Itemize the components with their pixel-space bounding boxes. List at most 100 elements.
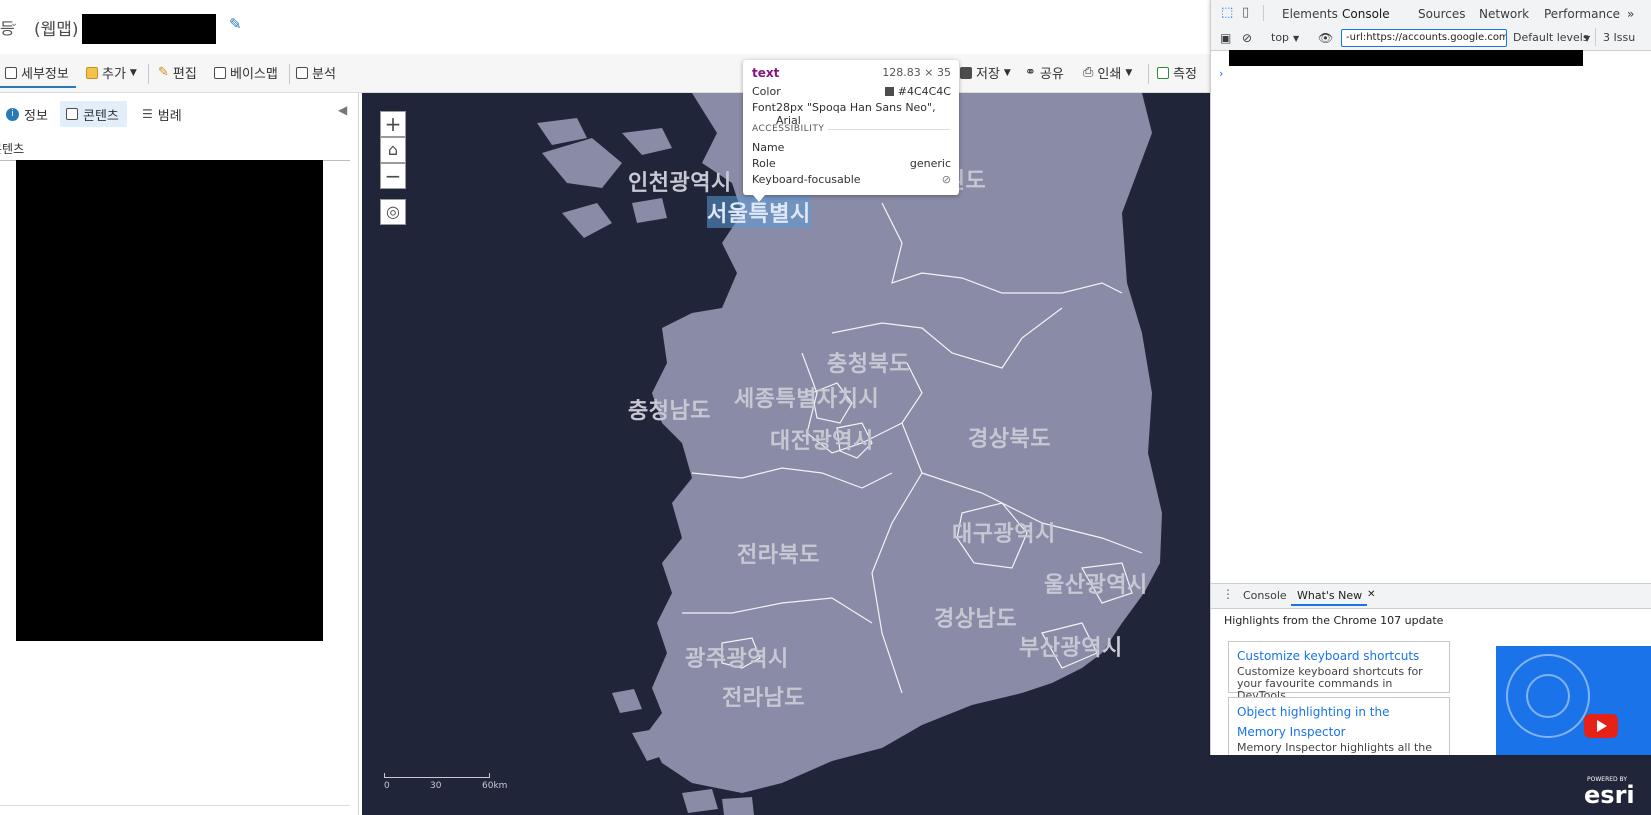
add-button[interactable]: 추가 ▼ [86,63,137,82]
region-label-gyeongnam: 경상남도 [934,607,1017,632]
tab-info-label: 정보 [24,108,48,124]
context-selector[interactable]: top [1271,31,1289,44]
tab-contents-label: 콘텐츠 [83,108,119,124]
print-button[interactable]: ⎙ 인쇄 ▼ [1083,63,1132,82]
save-button[interactable]: 저장 ▼ [960,63,1011,82]
tab-divider [1263,5,1264,21]
card-title: Customize keyboard shortcuts [1237,649,1420,663]
region-label-chungbuk: 충청북도 [827,352,910,377]
tab-sources[interactable]: Sources [1418,7,1465,21]
redacted-console-line [1229,50,1583,66]
contents-section-title: 콘텐츠 [0,142,25,156]
pencil-icon: ✎ [158,65,169,80]
info-icon: i [6,107,19,121]
region-label-gyeongbuk: 경상북도 [968,427,1051,452]
basemap-label: 베이스맵 [230,67,278,82]
details-button[interactable]: 세부정보 [5,63,69,82]
tooltip-color-label: Color [752,85,781,98]
legend-icon: ☰ [142,107,153,121]
device-toolbar-icon[interactable]: ▯ [1242,5,1249,20]
drawer-active-underline [1291,604,1367,606]
panel-bottom-divider [0,805,350,806]
more-tabs-icon[interactable]: » [1627,7,1634,21]
zoom-out-button[interactable]: − [380,163,406,189]
analysis-label: 분석 [312,67,336,82]
inspect-element-icon[interactable]: ⬚ [1221,5,1233,20]
tab-contents[interactable]: 콘텐츠 [60,101,127,127]
tab-performance[interactable]: Performance [1544,7,1620,21]
drawer-tab-whats-new[interactable]: What's New ✕ [1297,589,1376,602]
not-focusable-icon: ⊘ [941,173,951,186]
link-icon: ⚭ [1025,65,1036,80]
toolbar-divider [148,64,149,84]
drawer-menu-icon[interactable]: ⋮ [1222,587,1234,601]
add-icon [86,66,98,79]
tab-legend[interactable]: ☰ 범례 [136,101,188,127]
region-label-daegu: 대구광역시 [952,522,1056,547]
console-filter-input[interactable]: -url:https://accounts.google.com/ [1341,29,1507,47]
whats-new-card[interactable]: Customize keyboard shortcuts Customize k… [1228,641,1450,702]
save-label: 저장 [976,67,1000,82]
tab-network[interactable]: Network [1479,7,1529,21]
region-label-sejong: 세종특별자치시 [734,387,880,412]
tab-legend-label: 범례 [157,108,182,124]
inspect-tooltip: text 128.83 × 35 Color #4C4C4C Font 28px… [743,60,959,202]
add-label: 추가 [102,67,126,82]
chevron-down-icon: ▼ [1584,34,1591,43]
analysis-icon [296,66,308,79]
tooltip-size: 128.83 × 35 [882,66,951,79]
scale-tick-0: 0 [384,781,390,791]
region-label-gwangju: 광주광역시 [685,647,789,672]
basemap-icon [214,66,226,79]
save-icon [960,66,972,79]
close-icon[interactable]: ✕ [1367,589,1375,602]
tab-console[interactable]: Console [1338,7,1394,29]
region-label-daejeon: 대전광역시 [770,429,874,454]
scale-tick-60: 60km [482,781,508,791]
console-prompt-icon[interactable]: › [1219,67,1223,80]
clear-console-icon[interactable]: ⊘ [1242,31,1252,45]
share-button[interactable]: ⚭ 공유 [1025,63,1064,82]
measure-button[interactable]: 측정 [1157,63,1197,82]
whats-new-heading: Highlights from the Chrome 107 update [1224,614,1444,627]
printer-icon: ⎙ [1083,65,1094,80]
locate-button[interactable]: ◎ [380,199,406,225]
chevron-down-icon[interactable]: ⌄ [10,18,18,29]
youtube-play-icon [1584,714,1618,738]
region-label-jeonnam: 전라남도 [722,686,805,711]
log-levels-dropdown[interactable]: Default levels [1513,31,1589,44]
scale-tick-30: 30 [430,781,442,791]
map-type-label: (웹맵) [34,20,79,40]
edit-title-pencil-icon[interactable]: ✎ [229,15,242,33]
sidebar-toggle-icon[interactable]: ▣ [1220,31,1231,45]
whats-new-video-thumbnail[interactable] [1496,646,1651,755]
tab-elements[interactable]: Elements [1282,7,1338,21]
edit-label: 편집 [172,67,197,82]
share-label: 공유 [1039,67,1064,82]
eye-icon[interactable]: 👁 [1318,31,1333,45]
esri-logo[interactable]: esri [1584,781,1635,809]
whats-new-card[interactable]: Object highlighting in the Memory Inspec… [1228,697,1450,755]
region-label-chungnam: 충청남도 [628,399,711,424]
devtools-panel: ⬚ ▯ Elements Console Sources Network Per… [1210,0,1651,755]
print-label: 인쇄 [1097,67,1122,82]
tooltip-role-label: Role [752,157,776,170]
analysis-button[interactable]: 분석 [296,63,336,82]
redacted-layer-list [16,160,323,641]
chevron-down-icon: ▼ [1125,67,1133,78]
whats-new-label: What's New [1297,589,1363,602]
issues-counter[interactable]: 3 Issu [1603,31,1635,44]
zoom-in-button[interactable]: + [380,111,406,137]
redacted-map-title [82,14,216,44]
card-title: Object highlighting in the Memory Inspec… [1237,705,1390,739]
scale-bar [384,773,490,778]
filter-value: -url:https://accounts.google.com/ [1346,32,1507,43]
left-panel: i 정보 콘텐츠 ☰ 범례 ◀ 콘텐츠 [0,93,359,815]
edit-button[interactable]: ✎ 편집 [158,63,197,82]
measure-label: 측정 [1173,67,1197,82]
collapse-panel-icon[interactable]: ◀ [338,103,347,117]
tab-info[interactable]: i 정보 [0,101,54,127]
basemap-button[interactable]: 베이스맵 [214,63,278,82]
home-button[interactable]: ⌂ [380,137,406,163]
drawer-tab-console[interactable]: Console [1243,589,1287,602]
